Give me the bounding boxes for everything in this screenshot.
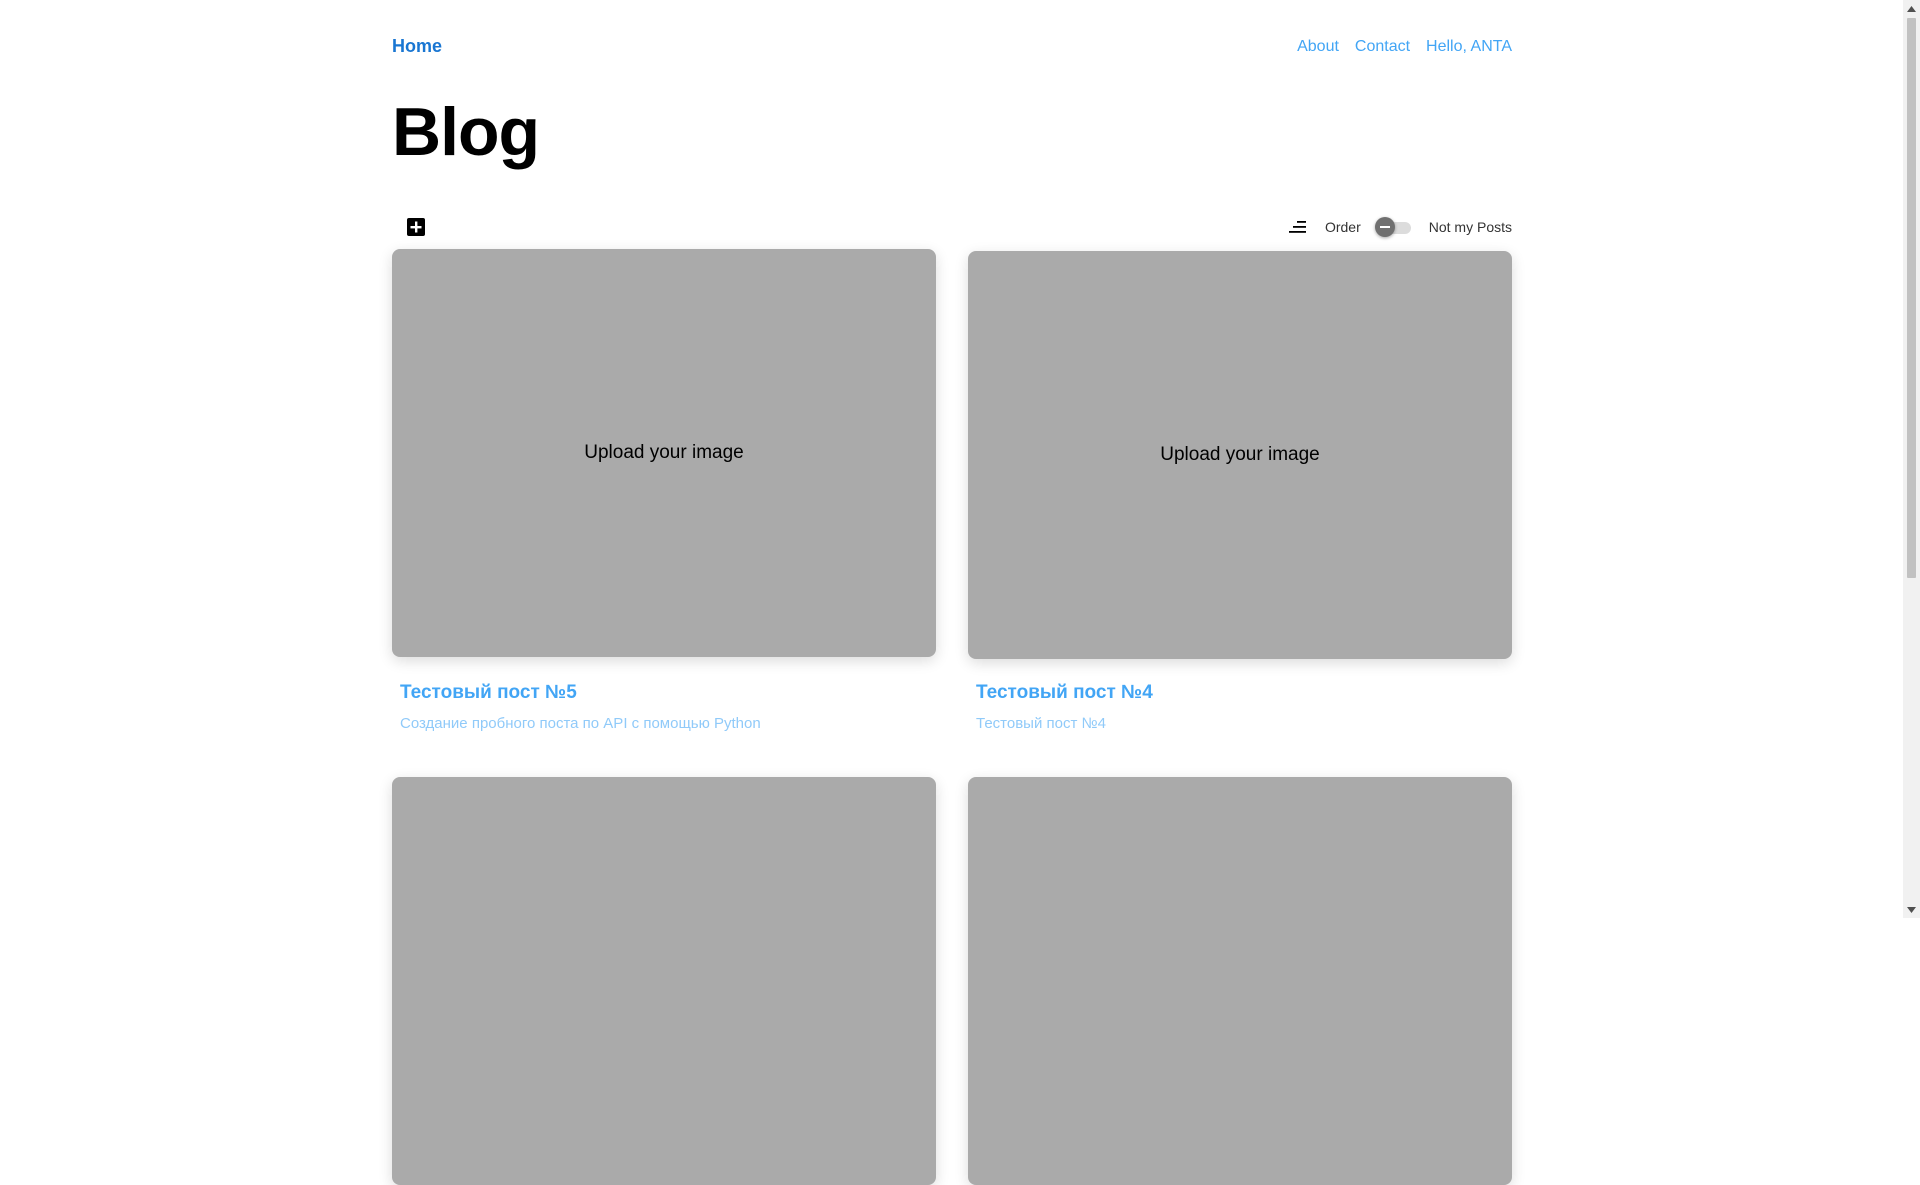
post-card[interactable] <box>392 777 936 1185</box>
post-description: Создание пробного поста по API с помощью… <box>400 715 761 732</box>
add-box-icon[interactable] <box>406 217 426 237</box>
upload-image-label: Upload your image <box>1160 444 1320 465</box>
post-image-placeholder[interactable]: Upload your image <box>392 249 936 657</box>
vertical-scrollbar[interactable] <box>1903 0 1920 918</box>
nav-links: About Contact Hello, ANTA <box>1297 38 1512 56</box>
post-description: Тестовый пост №4 <box>976 715 1106 732</box>
post-card[interactable]: Upload your image Тестовый пост №5 Созда… <box>392 249 936 732</box>
toggle-thumb <box>1374 217 1395 237</box>
minus-icon <box>1379 226 1390 228</box>
post-image-placeholder[interactable]: Upload your image <box>968 251 1512 659</box>
page-title: Blog <box>392 94 540 170</box>
scroll-down-arrow-icon[interactable] <box>1903 901 1920 918</box>
not-my-posts-label: Not my Posts <box>1428 219 1512 235</box>
about-link[interactable]: About <box>1297 38 1339 56</box>
post-title[interactable]: Тестовый пост №5 <box>400 682 577 704</box>
home-link[interactable]: Home <box>392 36 442 57</box>
upload-image-label: Upload your image <box>584 442 744 463</box>
post-card[interactable] <box>968 777 1512 1185</box>
user-greeting-link[interactable]: Hello, ANTA <box>1426 38 1512 56</box>
post-title[interactable]: Тестовый пост №4 <box>976 682 1153 704</box>
post-card[interactable]: Upload your image Тестовый пост №4 Тесто… <box>968 251 1512 732</box>
posts-toolbar: Order Not my Posts <box>392 210 1512 244</box>
scroll-up-arrow-icon[interactable] <box>1903 0 1920 17</box>
post-image-placeholder[interactable] <box>968 777 1512 1185</box>
toolbar-controls: Order Not my Posts <box>1287 216 1512 238</box>
not-my-posts-toggle[interactable] <box>1374 216 1411 238</box>
post-image-placeholder[interactable] <box>392 777 936 1185</box>
top-navbar: Home About Contact Hello, ANTA <box>392 36 1512 60</box>
sort-icon[interactable] <box>1287 216 1309 238</box>
contact-link[interactable]: Contact <box>1355 38 1410 56</box>
order-label: Order <box>1324 219 1361 235</box>
scrollbar-thumb[interactable] <box>1907 18 1916 578</box>
